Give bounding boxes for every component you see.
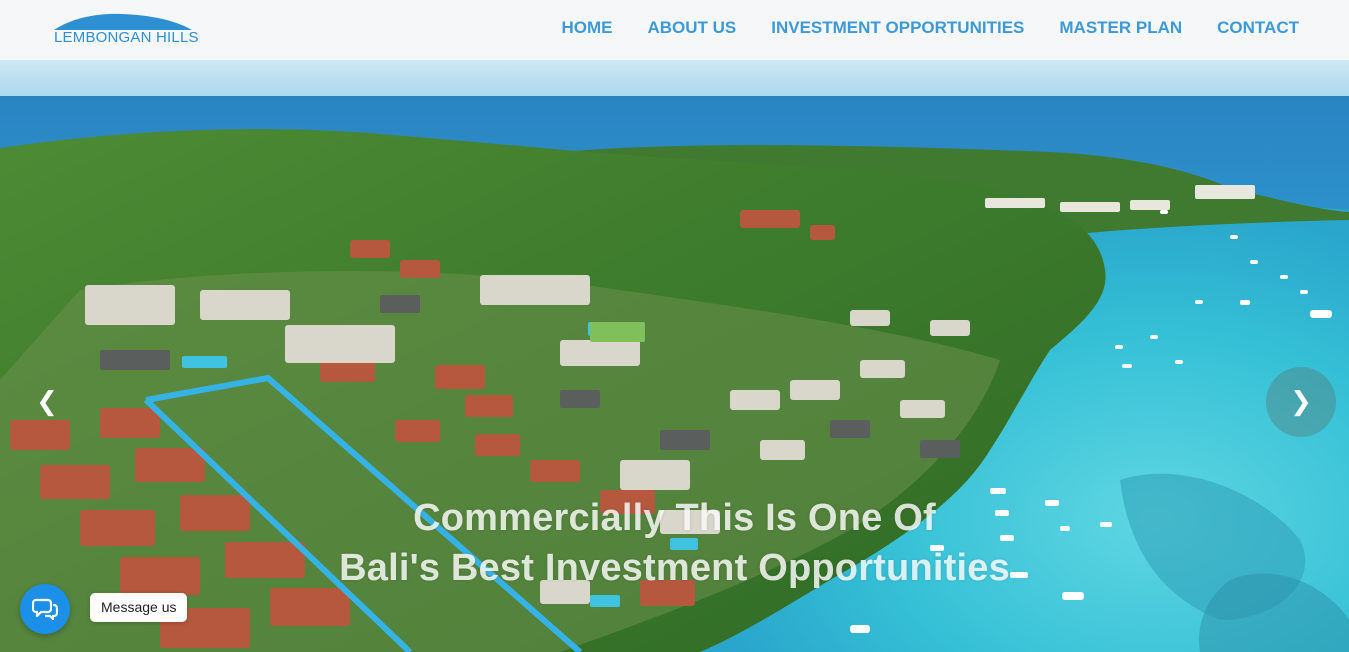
logo-text: LEMBONGAN HILLS xyxy=(54,29,199,46)
slider-prev-button[interactable]: ❮ xyxy=(12,367,82,437)
slider-next-button[interactable]: ❯ xyxy=(1266,367,1336,437)
hero-headline-line-2: Bali's Best Investment Opportunities xyxy=(339,547,1010,589)
hero-slider: Commercially This Is One Of Bali's Best … xyxy=(0,60,1349,652)
message-us-label[interactable]: Message us xyxy=(90,593,188,622)
hero-headline-line-1: Commercially This Is One Of xyxy=(413,497,936,539)
nav-master-plan[interactable]: MASTER PLAN xyxy=(1059,18,1182,38)
nav-home[interactable]: HOME xyxy=(561,18,612,38)
site-header: LEMBONGAN HILLS HOME ABOUT US INVESTMENT… xyxy=(0,0,1349,60)
chevron-right-icon: ❯ xyxy=(1290,387,1312,417)
nav-investment-opportunities[interactable]: INVESTMENT OPPORTUNITIES xyxy=(771,18,1024,38)
site-logo[interactable]: LEMBONGAN HILLS xyxy=(52,12,199,48)
chat-bubbles-icon xyxy=(32,598,58,621)
nav-about-us[interactable]: ABOUT US xyxy=(647,18,736,38)
chevron-left-icon: ❮ xyxy=(36,387,58,417)
message-us-button[interactable] xyxy=(20,584,70,634)
nav-contact[interactable]: CONTACT xyxy=(1217,18,1299,38)
main-nav: HOME ABOUT US INVESTMENT OPPORTUNITIES M… xyxy=(561,18,1299,38)
